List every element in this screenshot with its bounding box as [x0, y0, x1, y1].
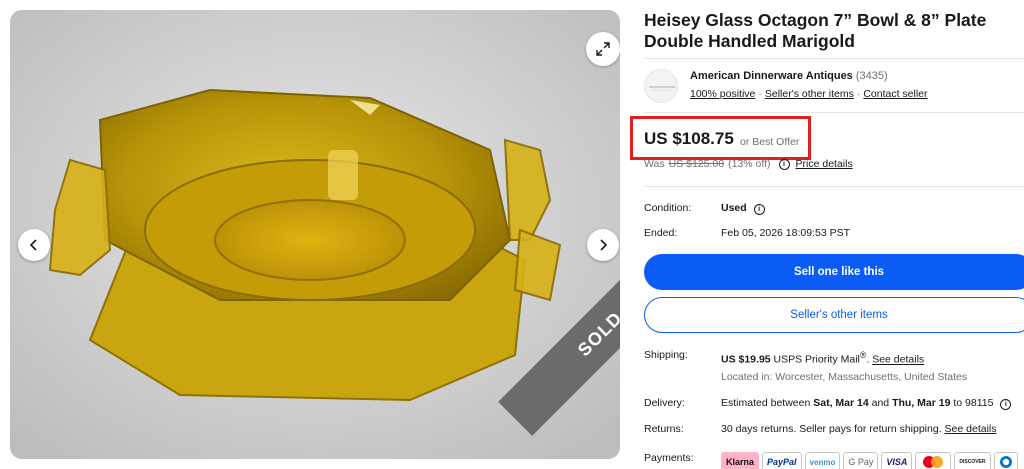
venmo-logo: venmo	[804, 452, 841, 469]
seller-logo-icon	[645, 70, 677, 102]
returns-value: 30 days returns. Seller pays for return …	[721, 423, 997, 435]
separator: ·	[758, 88, 762, 100]
shipping-service: USPS Priority Mail	[773, 353, 860, 366]
discount: (13% off)	[728, 158, 771, 170]
shipping-value: US $19.95 USPS Priority Mail®. See detai…	[721, 350, 924, 366]
expand-icon	[596, 42, 610, 56]
payment-methods: Klarna PayPal venmo G Pay VISA DISCOVER	[721, 452, 1018, 469]
shipping-label: Shipping:	[644, 349, 688, 361]
was-label: Was	[644, 158, 665, 170]
divider	[644, 58, 1024, 59]
shipping-price: US $19.95	[721, 353, 771, 366]
current-price: US $108.75	[644, 129, 734, 148]
returns-label: Returns:	[644, 423, 684, 435]
was-price-line: Was US $125.00 (13% off) i Price details	[644, 158, 853, 170]
seller-links: 100% positive · Seller's other items · Conta…	[690, 88, 928, 100]
contact-seller-link[interactable]: Contact seller	[863, 88, 927, 100]
seller-other-items-button[interactable]: Seller's other items	[644, 297, 1024, 333]
price-details-link[interactable]: Price details	[796, 158, 853, 170]
mastercard-icon	[923, 456, 944, 468]
image-gallery: SOLD	[10, 10, 620, 459]
seller-name-line: American Dinnerware Antiques (3435)	[690, 70, 888, 82]
delivery-prefix: Estimated between	[721, 397, 811, 409]
previous-image-button[interactable]	[18, 229, 50, 261]
returns-see-details-link[interactable]: See details	[945, 423, 997, 435]
divider	[644, 112, 1024, 113]
mastercard-logo	[915, 452, 952, 469]
next-image-button[interactable]	[587, 229, 619, 261]
google-pay-logo: G Pay	[843, 452, 879, 469]
chevron-right-icon	[600, 239, 608, 251]
delivery-and: and	[871, 397, 890, 409]
ended-value: Feb 05, 2026 18:09:53 PST	[721, 227, 851, 239]
sell-one-like-this-button[interactable]: Sell one like this	[644, 254, 1024, 290]
seller-name[interactable]: American Dinnerware Antiques	[690, 70, 853, 82]
seller-feedback-count: (3435)	[855, 70, 888, 82]
payments-label: Payments:	[644, 452, 694, 464]
seller-other-items-link[interactable]: Seller's other items	[765, 88, 854, 100]
delivery-start: Sat, Mar 14	[813, 397, 869, 409]
sell-one-like-this-label: Sell one like this	[793, 266, 885, 278]
discover-logo: DISCOVER	[954, 452, 991, 469]
condition-value-line: Used i	[721, 202, 765, 215]
delivery-end: Thu, Mar 19	[892, 397, 951, 409]
info-icon[interactable]: i	[1000, 399, 1012, 410]
diners-logo	[993, 452, 1018, 469]
visa-logo: VISA	[881, 452, 913, 469]
paypal-logo: PayPal	[762, 452, 802, 469]
item-location: Located in: Worcester, Massachusetts, Un…	[721, 371, 968, 383]
divider	[644, 186, 1024, 187]
info-icon[interactable]: i	[778, 158, 790, 170]
shipping-see-details-link[interactable]: See details	[872, 354, 924, 366]
info-icon[interactable]: i	[753, 204, 765, 215]
seller-avatar[interactable]	[644, 69, 678, 103]
condition-label: Condition:	[644, 202, 692, 214]
separator: ·	[856, 88, 861, 100]
chevron-left-icon	[29, 239, 37, 251]
listing-title: Heisey Glass Octagon 7” Bowl & 8” Plate …	[644, 10, 987, 51]
klarna-logo: Klarna	[721, 452, 760, 469]
expand-button[interactable]	[586, 32, 620, 66]
seller-positive-link[interactable]: 100% positive	[690, 88, 755, 100]
delivery-suffix: to 98115	[953, 397, 994, 409]
best-offer-label: or Best Offer	[740, 136, 800, 148]
was-price: US $125.00	[668, 158, 725, 170]
ended-label: Ended:	[644, 227, 678, 239]
listing-info-panel: Heisey Glass Octagon 7” Bowl & 8” Plate …	[630, 0, 1024, 469]
delivery-label: Delivery:	[644, 397, 685, 409]
returns-text: 30 days returns. Seller pays for return …	[721, 423, 942, 435]
seller-other-items-label: Seller's other items	[790, 309, 888, 321]
condition-value: Used	[721, 202, 747, 214]
delivery-estimate: Estimated between Sat, Mar 14 and Thu, M…	[721, 397, 1012, 410]
diners-icon	[999, 456, 1012, 468]
